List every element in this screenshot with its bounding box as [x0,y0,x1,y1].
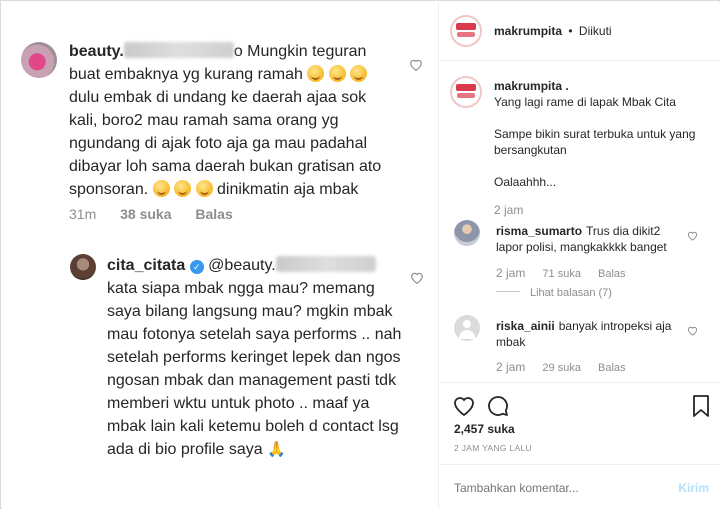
replies-line [496,291,520,292]
post-comment-button[interactable]: Kirim [678,481,709,495]
likes-label: suka [487,422,515,436]
bookmark-icon[interactable] [689,394,713,418]
reply-button[interactable]: Balas [195,206,232,222]
post-actions: 2,457 suka 2 JAM YANG LALU [439,382,720,453]
add-comment-bar: Kirim [439,464,720,509]
comment-username: beauty. [69,43,124,60]
caption-line-2: Sampe bikin surat terbuka untuk yang ber… [494,127,696,157]
comment-username[interactable]: riska_ainii [496,319,555,333]
smile-emoji-icon [174,180,192,197]
comment-likes[interactable]: 38 suka [120,206,171,222]
comment-text: riska_ainii banyak intropeksi aja mbak [496,318,684,350]
smile-emoji-icon [152,180,170,197]
heart-outline-icon[interactable] [409,58,423,71]
follow-status[interactable]: Diikuti [579,24,612,38]
comment-text: beauty. o Mungkin teguran buat embaknya y… [69,42,382,198]
comment-text: cita_citata ✓ @beauty. kata siapa mbak n… [107,254,407,461]
comment-time: 2 jam [496,266,526,280]
heart-outline-icon[interactable] [687,230,698,241]
likes-count[interactable]: 2,457 suka [454,422,515,436]
comment-likes[interactable]: 29 suka [542,362,581,374]
caption-avatar[interactable] [450,76,482,108]
separator-dot: • [568,24,573,38]
redacted-blur [123,42,234,58]
avatar[interactable] [454,220,480,246]
comment-time: 31m [69,206,97,222]
comment-icon[interactable] [486,394,510,418]
comment-username: cita_citata [107,257,186,274]
redacted-blur [275,256,376,272]
header-account: makrumpita • Diikuti [494,24,612,38]
smile-emoji-icon [195,180,213,197]
account-avatar[interactable] [450,15,482,47]
default-avatar-icon[interactable] [454,315,480,341]
post-panel: makrumpita • Diikuti makrumpita . Yang l… [438,2,720,509]
likes-number: 2,457 [454,422,485,436]
reply-button[interactable]: Balas [598,268,626,280]
comment-time: 2 jam [496,360,526,374]
comment-text: risma_sumarto Trus dia dikit2 lapor polis… [496,223,684,255]
caption-text: makrumpita . Yang lagi rame di lapak Mba… [494,78,704,190]
heart-icon[interactable] [452,394,476,418]
caption-time: 2 jam [494,203,524,217]
comment-part-3: dinikmatin aja mbak [216,181,359,198]
avatar [21,42,57,78]
smile-emoji-icon [350,65,368,82]
comment-screenshot: beauty. o Mungkin teguran buat embaknya y… [2,2,438,509]
comment-meta: 2 jam 29 suka Balas [496,360,626,374]
caption-line-3: Oalaahhh... [494,175,557,189]
caption-username[interactable]: makrumpita . [494,78,704,94]
verified-badge-icon: ✓ [189,260,204,274]
reply-button[interactable]: Balas [598,362,626,374]
smile-emoji-icon [328,65,346,82]
heart-outline-icon[interactable] [687,325,698,336]
avatar [70,254,96,280]
comment-meta: 2 jam 71 suka Balas [496,266,626,280]
pray-emoji-icon: 🙏 [267,441,286,458]
comment-username[interactable]: risma_sumarto [496,224,582,238]
post-frame: beauty. o Mungkin teguran buat embaknya y… [0,0,720,509]
smile-emoji-icon [307,65,325,82]
heart-outline-icon[interactable] [410,271,424,284]
comment-body: kata siapa mbak ngga mau? memang saya bi… [107,280,402,458]
view-replies-label[interactable]: Lihat balasan (7) [530,287,612,299]
post-timestamp: 2 JAM YANG LALU [454,443,532,453]
post-header: makrumpita • Diikuti [439,2,720,61]
view-replies-button[interactable]: Lihat balasan (7) [496,287,612,299]
comment-likes[interactable]: 71 suka [542,268,581,280]
caption-line-1: Yang lagi rame di lapak Mbak Cita [494,95,676,109]
comment-mention: @beauty. [208,257,276,274]
account-name[interactable]: makrumpita [494,24,562,38]
comment-meta: 31m 38 suka Balas [69,206,233,222]
comment-input[interactable] [454,481,654,495]
